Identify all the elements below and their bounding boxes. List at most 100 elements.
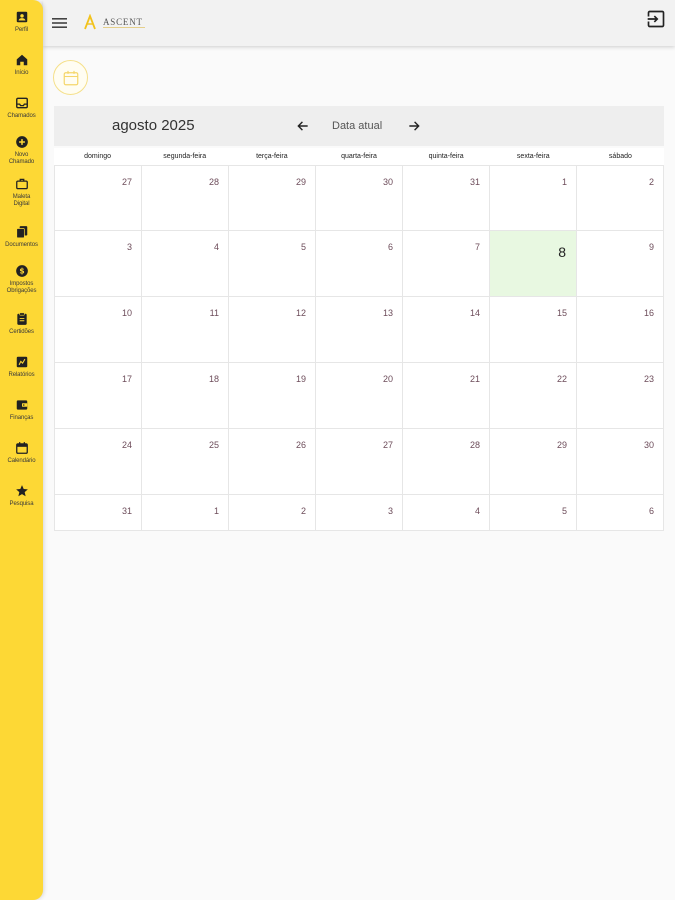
calendar-day-cell[interactable]: 6: [316, 231, 403, 297]
calendar-day-cell[interactable]: 13: [316, 297, 403, 363]
calendar-day-cell[interactable]: 26: [229, 429, 316, 495]
day-number: 6: [648, 506, 654, 516]
sidebar: Perfil Início Chamados Novo Chamado Male…: [0, 0, 43, 900]
calendar-day-cell[interactable]: 29: [229, 165, 316, 231]
documents-icon: [15, 226, 27, 239]
calendar-day-cell[interactable]: 30: [577, 429, 664, 495]
day-number: 6: [387, 242, 393, 252]
logout-icon[interactable]: [646, 9, 666, 29]
day-number: 28: [469, 440, 480, 450]
day-number: 16: [643, 308, 654, 318]
sidebar-item-perfil[interactable]: Perfil: [0, 10, 43, 34]
day-number: 22: [556, 374, 567, 384]
calendar-day-cell[interactable]: 30: [316, 165, 403, 231]
sidebar-item-documentos[interactable]: Documentos: [0, 225, 43, 249]
sidebar-item-relatorios[interactable]: Relatórios: [0, 355, 43, 379]
calendar-day-cell[interactable]: 20: [316, 363, 403, 429]
sidebar-item-label: Perfil: [14, 27, 29, 33]
today-button[interactable]: Data atual: [332, 120, 382, 132]
calendar-day-cell[interactable]: 7: [403, 231, 490, 297]
calendar-day-cell[interactable]: 16: [577, 297, 664, 363]
day-number: 4: [213, 242, 219, 252]
day-number: 9: [648, 242, 654, 252]
calendar-day-cell[interactable]: 4: [403, 495, 490, 531]
day-number: 2: [300, 506, 306, 516]
calendar-day-cell[interactable]: 6: [577, 495, 664, 531]
calendar-grid: domingo segunda-feira terça-feira quarta…: [54, 148, 664, 531]
calendar-day-cell[interactable]: 18: [142, 363, 229, 429]
calendar-day-cell[interactable]: 27: [316, 429, 403, 495]
calendar-week-row: 10 11 12 13 14 15 16: [54, 297, 664, 363]
sidebar-item-novo-chamado[interactable]: Novo Chamado: [0, 135, 43, 165]
calendar-toolbar: agosto 2025 Data atual: [54, 106, 664, 146]
calendar-week-row: 24 25 26 27 28 29 30: [54, 429, 664, 495]
day-number: 17: [121, 374, 132, 384]
day-number: 21: [469, 374, 480, 384]
sidebar-item-calendario[interactable]: Calendário: [0, 441, 43, 465]
calendar-day-cell[interactable]: 22: [490, 363, 577, 429]
calendar-day-cell[interactable]: 25: [142, 429, 229, 495]
day-number: 5: [561, 506, 567, 516]
weekday-header: domingo: [84, 153, 111, 160]
calendar-day-cell[interactable]: 28: [403, 429, 490, 495]
sidebar-item-financas[interactable]: Finanças: [0, 398, 43, 422]
calendar-day-cell[interactable]: 15: [490, 297, 577, 363]
sidebar-item-maleta-digital[interactable]: Maleta Digital: [0, 177, 43, 207]
sidebar-item-impostos-obrigacoes[interactable]: $ Impostos Obrigações: [0, 264, 43, 294]
calendar-day-cell[interactable]: 19: [229, 363, 316, 429]
logo-text: ASCENT: [103, 17, 143, 27]
sidebar-item-label: Certidões: [9, 329, 34, 335]
calendar-day-cell[interactable]: 3: [54, 231, 142, 297]
day-number: 25: [208, 440, 219, 450]
calendar-day-cell[interactable]: 3: [316, 495, 403, 531]
calendar-day-cell[interactable]: 24: [54, 429, 142, 495]
top-app-bar: ASCENT: [43, 0, 675, 46]
calendar-day-cell[interactable]: 14: [403, 297, 490, 363]
calendar-day-cell[interactable]: 11: [142, 297, 229, 363]
calendar-month-title: agosto 2025: [112, 117, 195, 134]
clipboard-icon: [16, 312, 27, 325]
calendar-day-cell[interactable]: 2: [229, 495, 316, 531]
day-number: 19: [295, 374, 306, 384]
calendar-day-cell[interactable]: 10: [54, 297, 142, 363]
arrow-left-icon[interactable]: [296, 119, 310, 133]
calendar-day-cell[interactable]: 31: [54, 495, 142, 531]
sidebar-item-chamados[interactable]: Chamados: [0, 96, 43, 120]
calendar-day-cell[interactable]: 12: [229, 297, 316, 363]
arrow-right-icon[interactable]: [407, 119, 421, 133]
sidebar-item-label: Novo Chamado: [8, 152, 35, 165]
weekday-header: segunda-feira: [163, 153, 207, 160]
calendar-day-cell[interactable]: 9: [577, 231, 664, 297]
calendar-day-cell-today[interactable]: 8: [490, 231, 577, 297]
calendar-day-cell[interactable]: 5: [490, 495, 577, 531]
sidebar-item-inicio[interactable]: Início: [0, 53, 43, 77]
calendar-day-cell[interactable]: 4: [142, 231, 229, 297]
day-number: 2: [648, 177, 654, 187]
sidebar-item-pesquisa[interactable]: Pesquisa: [0, 484, 43, 508]
calendar-day-cell[interactable]: 29: [490, 429, 577, 495]
logo-underline: [103, 27, 145, 28]
day-number: 30: [643, 440, 654, 450]
calendar-day-cell[interactable]: 2: [577, 165, 664, 231]
calendar-day-cell[interactable]: 5: [229, 231, 316, 297]
calendar-day-cell[interactable]: 31: [403, 165, 490, 231]
day-number: 31: [121, 506, 132, 516]
day-number: 4: [474, 506, 480, 516]
calendar-day-cell[interactable]: 1: [142, 495, 229, 531]
calendar-day-cell[interactable]: 28: [142, 165, 229, 231]
day-number: 12: [295, 308, 306, 318]
star-icon: [15, 485, 28, 497]
sidebar-item-certidoes[interactable]: Certidões: [0, 312, 43, 336]
calendar-day-cell[interactable]: 23: [577, 363, 664, 429]
calendar-day-cell[interactable]: 17: [54, 363, 142, 429]
calendar-day-cell[interactable]: 21: [403, 363, 490, 429]
day-number: 27: [382, 440, 393, 450]
day-number: 29: [556, 440, 567, 450]
weekday-header: quarta-feira: [341, 153, 377, 160]
calendar-day-cell[interactable]: 1: [490, 165, 577, 231]
calendar-day-cell[interactable]: 27: [54, 165, 142, 231]
sidebar-item-label: Calendário: [7, 458, 36, 464]
weekday-header: sábado: [608, 153, 632, 160]
day-number: 13: [382, 308, 393, 318]
menu-icon[interactable]: [52, 17, 67, 29]
